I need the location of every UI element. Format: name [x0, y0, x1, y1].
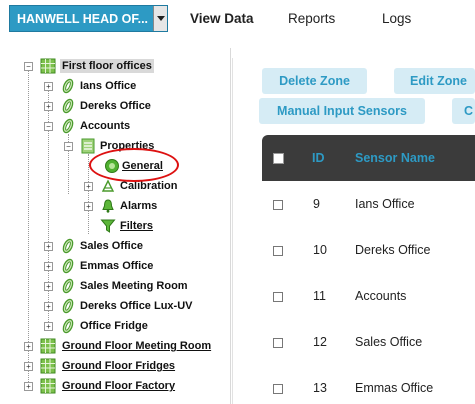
chevron-down-icon[interactable] — [153, 6, 167, 31]
tree-node-label: Ground Floor Meeting Room — [62, 340, 212, 352]
nav-view-data[interactable]: View Data — [190, 11, 254, 26]
tree-node-label: First floor offices — [60, 59, 154, 73]
tree-node-label: Sales Meeting Room — [80, 280, 188, 292]
collapse-icon[interactable]: − — [64, 142, 73, 151]
calibration-icon — [100, 178, 116, 194]
table-row[interactable]: 10 Dereks Office — [262, 227, 475, 274]
tree-node-alarms[interactable]: + Alarms — [84, 198, 214, 216]
expand-icon[interactable]: + — [24, 362, 33, 371]
expand-icon[interactable]: + — [24, 382, 33, 391]
manual-input-sensors-button[interactable]: Manual Input Sensors — [259, 98, 425, 124]
tree-node-label: Filters — [120, 220, 154, 232]
site-select-value: HANWELL HEAD OF... — [17, 12, 149, 26]
row-checkbox[interactable] — [273, 384, 283, 394]
nav-reports[interactable]: Reports — [288, 11, 335, 26]
table-row[interactable]: 12 Sales Office — [262, 319, 475, 366]
building-grid-icon — [40, 378, 56, 394]
expand-icon[interactable]: + — [44, 262, 53, 271]
tree-node-label: Ground Floor Fridges — [62, 360, 176, 372]
sensor-icon — [60, 278, 76, 294]
building-grid-icon — [40, 358, 56, 374]
tree-node-label: Dereks Office Lux-UV — [80, 300, 193, 312]
cell-id: 13 — [313, 381, 327, 395]
tree-node-filters[interactable]: Filters — [84, 218, 214, 236]
expand-icon[interactable]: + — [84, 202, 93, 211]
sensor-icon — [60, 98, 76, 114]
tree-node-first-floor-offices[interactable]: − First floor offices — [24, 58, 224, 76]
partial-button[interactable]: C — [452, 98, 475, 124]
cell-sensor-name: Ians Office — [355, 197, 415, 211]
edit-zone-button[interactable]: Edit Zone — [394, 68, 475, 94]
site-select[interactable]: HANWELL HEAD OF... — [9, 5, 168, 32]
top-bar: HANWELL HEAD OF... View Data Reports Log… — [0, 0, 475, 40]
document-icon — [80, 138, 96, 154]
sensor-icon — [60, 298, 76, 314]
collapse-icon[interactable]: − — [44, 122, 53, 131]
tree-node-label: Accounts — [80, 120, 131, 132]
expand-icon[interactable]: + — [44, 322, 53, 331]
cell-sensor-name: Emmas Office — [355, 381, 434, 395]
tree-node-sales-meeting-room[interactable]: + Sales Meeting Room — [44, 278, 219, 296]
sensor-icon — [60, 318, 76, 334]
column-header-id[interactable]: ID — [312, 151, 325, 165]
row-checkbox[interactable] — [273, 246, 283, 256]
building-grid-icon — [40, 338, 56, 354]
cell-id: 12 — [313, 335, 327, 349]
tree-node-emmas-office[interactable]: + Emmas Office — [44, 258, 214, 276]
tree-node-dereks-office[interactable]: + Dereks Office — [44, 98, 214, 116]
tree-node-accounts[interactable]: − Accounts — [44, 118, 214, 136]
tree-node-label: Alarms — [120, 200, 158, 212]
expand-icon[interactable]: + — [84, 182, 93, 191]
expand-icon[interactable]: + — [44, 242, 53, 251]
tree-node-label: Ground Floor Factory — [62, 380, 176, 392]
annotation-ellipse — [89, 148, 179, 182]
tree-node-ground-floor-meeting-room[interactable]: + Ground Floor Meeting Room — [24, 338, 224, 356]
row-checkbox[interactable] — [273, 338, 283, 348]
funnel-icon — [100, 218, 116, 234]
column-header-sensor-name[interactable]: Sensor Name — [355, 151, 435, 165]
table-row[interactable]: 13 Emmas Office — [262, 365, 475, 404]
sensor-table: ID Sensor Name 9 Ians Office 10 Dereks O… — [262, 135, 475, 404]
row-checkbox[interactable] — [273, 292, 283, 302]
tree-node-dereks-office-lux-uv[interactable]: + Dereks Office Lux-UV — [44, 298, 219, 316]
nav-logs[interactable]: Logs — [382, 11, 411, 26]
cell-id: 11 — [313, 289, 326, 303]
cell-id: 9 — [313, 197, 320, 211]
bell-icon — [100, 198, 116, 214]
select-all-checkbox[interactable] — [273, 153, 284, 164]
expand-icon[interactable]: + — [44, 82, 53, 91]
table-header: ID Sensor Name — [262, 135, 475, 181]
collapse-icon[interactable]: − — [24, 62, 33, 71]
sensor-icon — [60, 118, 76, 134]
tree-node-ground-floor-factory[interactable]: + Ground Floor Factory — [24, 378, 224, 396]
sensor-icon — [60, 78, 76, 94]
tree-node-label: Emmas Office — [80, 260, 154, 272]
tree-node-office-fridge[interactable]: + Office Fridge — [44, 318, 214, 336]
table-row[interactable]: 11 Accounts — [262, 273, 475, 320]
expand-icon[interactable]: + — [24, 342, 33, 351]
cell-sensor-name: Accounts — [355, 289, 407, 303]
cell-id: 10 — [313, 243, 327, 257]
tree-node-label: Dereks Office — [80, 100, 151, 112]
tree-node-label: Ians Office — [80, 80, 137, 92]
table-row[interactable]: 9 Ians Office — [262, 181, 475, 228]
expand-icon[interactable]: + — [44, 102, 53, 111]
tree-node-sales-office[interactable]: + Sales Office — [44, 238, 214, 256]
row-checkbox[interactable] — [273, 200, 283, 210]
sensor-icon — [60, 238, 76, 254]
cell-sensor-name: Sales Office — [355, 335, 423, 349]
tree-node-label: Office Fridge — [80, 320, 148, 332]
tree-node-ians-office[interactable]: + Ians Office — [44, 78, 214, 96]
tree-node-ground-floor-fridges[interactable]: + Ground Floor Fridges — [24, 358, 224, 376]
sensor-icon — [60, 258, 76, 274]
delete-zone-button[interactable]: Delete Zone — [262, 68, 367, 94]
expand-icon[interactable]: + — [44, 282, 53, 291]
tree-node-label: Sales Office — [80, 240, 143, 252]
expand-icon[interactable]: + — [44, 302, 53, 311]
building-grid-icon — [40, 58, 56, 74]
cell-sensor-name: Dereks Office — [355, 243, 431, 257]
panel-divider — [232, 58, 233, 404]
